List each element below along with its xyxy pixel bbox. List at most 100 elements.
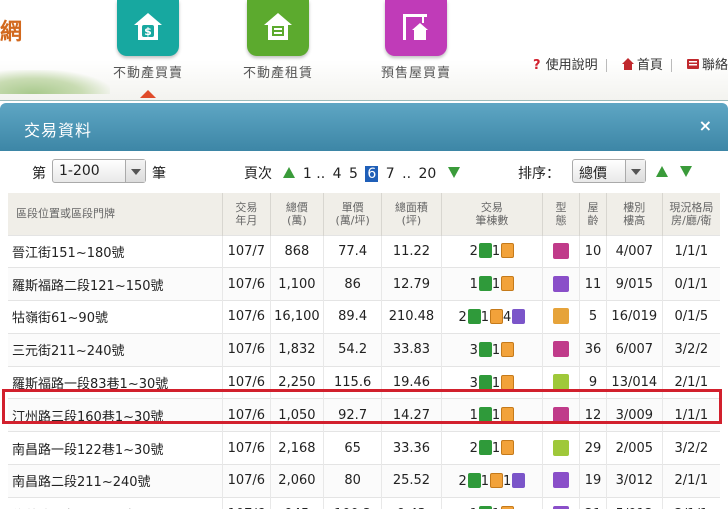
age-cell: 12 [579,398,607,432]
date-cell: 107/7 [222,234,271,268]
date-cell: 107/6 [222,332,271,367]
land-icon [478,243,492,259]
nav-item-sale[interactable]: $ 不動產買賣 [96,0,200,81]
unit-price-cell: 77.4 [323,234,382,268]
building-type-icon[interactable] [553,275,570,292]
building-type-icon[interactable] [553,505,570,509]
table-row[interactable]: 羅斯福路二段121~150號 107/6 1,100 86 12.79 1 1 11 9/015… [8,267,720,301]
floor-cell: 9/015 [605,267,663,301]
contact-icon [686,59,699,69]
page-link[interactable]: 4 [333,166,342,182]
nav-item-label: 不動產租賃 [242,66,313,81]
transaction-dialog: 交易資料 × 第 1-200 筆 頁次 1 .. 4 5 6 7 .. 20 排… [0,100,728,509]
building-type-icon[interactable] [553,308,570,325]
range-select[interactable]: 1-200 [52,159,146,183]
counts-cell: 211 [440,464,543,498]
age-cell: 5 [579,300,607,334]
layout-cell: 1/1/1 [661,398,720,432]
building-count: 1 [491,408,501,424]
parking-icon [512,472,526,488]
next-page-icon[interactable] [447,167,460,178]
dialog-title: 交易資料 [24,121,93,140]
close-icon[interactable]: × [699,116,712,135]
building-icon [501,341,515,357]
area-cell: 33.83 [381,332,442,367]
building-type-icon[interactable] [553,341,570,358]
column-header[interactable]: 屋齡 [579,193,607,235]
unit-price-cell: 80 [323,464,382,498]
counts-cell: 11 [440,267,543,301]
floor-cell: 3/012 [605,464,663,498]
age-cell: 10 [579,234,607,268]
sort-descending-icon[interactable] [680,166,692,177]
svg-text:?: ? [533,58,541,71]
building-type-icon[interactable] [553,472,570,489]
home-icon [621,58,634,70]
nav-item-presale[interactable]: 預售屋買賣 [364,0,468,81]
table-row[interactable]: 信義路二段61~90號107/6945100.29.4311 215/0122/1… [8,496,720,509]
total-price-cell: 2,060 [269,464,324,498]
building-type-icon[interactable] [553,439,570,456]
site-logo-text: 網 [0,19,23,45]
counts-cell: 11 [440,398,543,432]
page-label: 頁次 [244,166,272,182]
floor-cell: 3/009 [605,398,663,432]
building-type-icon[interactable] [553,406,570,423]
layout-cell: 1/1/1 [661,234,720,268]
column-header[interactable]: 區段位置或區段門牌 [8,193,223,235]
layout-cell: 3/2/2 [661,332,720,367]
address-cell: 牯嶺街61~90號 [8,300,223,334]
table-row[interactable]: 南昌路二段211~240號 107/6 2,060 80 25.52 2 1 1 19 3/012… [8,464,720,498]
floor-cell: 16/019 [605,300,663,334]
building-icon [501,276,515,292]
table-row[interactable]: 晉江街151~180號 107/7 868 77.4 11.22 2 1 10 4/007 1/1… [8,234,720,268]
nav-item-rent[interactable]: 不動產租賃 [226,0,330,81]
building-type-icon[interactable] [553,374,570,391]
column-header[interactable]: 總價 (萬) [269,193,324,235]
table-row[interactable]: 羅斯福路一段83巷1~30號 107/6 2,250 115.6 19.46 3 1 9 13/… [8,365,720,399]
column-header[interactable]: 總面積 (坪) [381,193,442,235]
layout-cell: 0/1/1 [661,267,720,301]
help-link-label: 使用說明 [545,58,598,73]
column-header[interactable]: 樓別 樓高 [605,193,663,235]
building-icon [501,407,515,423]
column-header[interactable]: 型態 [541,193,580,235]
total-price-cell: 1,832 [269,332,324,367]
land-icon [478,407,492,423]
column-header[interactable]: 單價 (萬/坪) [323,193,382,235]
range-prefix: 第 [32,166,46,182]
area-cell: 9.43 [381,496,442,509]
page-link[interactable]: 5 [349,166,358,182]
sort-ascending-icon[interactable] [656,166,668,177]
home-link[interactable]: 首頁 [621,54,663,73]
area-cell: 25.52 [381,464,442,498]
sort-select[interactable]: 總價 [572,159,646,183]
prev-page-icon[interactable] [283,167,296,178]
layout-cell: 2/1/1 [661,365,720,399]
building-count: 1 [480,473,490,489]
age-cell: 11 [579,267,607,301]
help-link[interactable]: ? 使用說明 [530,54,598,73]
column-header[interactable]: 交易 年月 [222,193,271,235]
age-cell: 19 [579,464,607,498]
table-row[interactable]: 汀州路三段160巷1~30號 107/6 1,050 92.7 14.27 1 1 12 3/0… [8,398,720,432]
column-header[interactable]: 現況格局 房/廳/衛 [661,193,720,235]
home-link-label: 首頁 [636,58,663,73]
table-row[interactable]: 牯嶺街61~90號 107/6 16,100 89.4 210.48 2 1 4 5 16/019… [8,300,720,334]
floor-cell: 2/005 [605,431,663,465]
active-nav-indicator [140,90,156,98]
contact-link[interactable]: 聯絡 [686,54,728,73]
chevron-down-icon [625,160,645,182]
table-row[interactable]: 三元街211~240號 107/6 1,832 54.2 33.83 3 1 36 6/007 3… [8,332,720,367]
total-price-cell: 1,100 [269,267,324,301]
page-link[interactable]: 7 [386,166,395,182]
building-type-icon[interactable] [553,242,570,259]
column-header[interactable]: 交易 筆棟數 [440,193,543,235]
address-cell: 三元街211~240號 [8,332,223,367]
table-row[interactable]: 南昌路一段122巷1~30號 107/6 2,168 65 33.36 2 1 29 2/005… [8,431,720,465]
page-link-last[interactable]: 20 [418,166,436,182]
land-count: 1 [469,408,478,424]
layout-cell: 3/2/2 [661,431,720,465]
unit-price-cell: 89.4 [323,300,382,334]
page-link-first[interactable]: 1 .. [303,166,325,182]
